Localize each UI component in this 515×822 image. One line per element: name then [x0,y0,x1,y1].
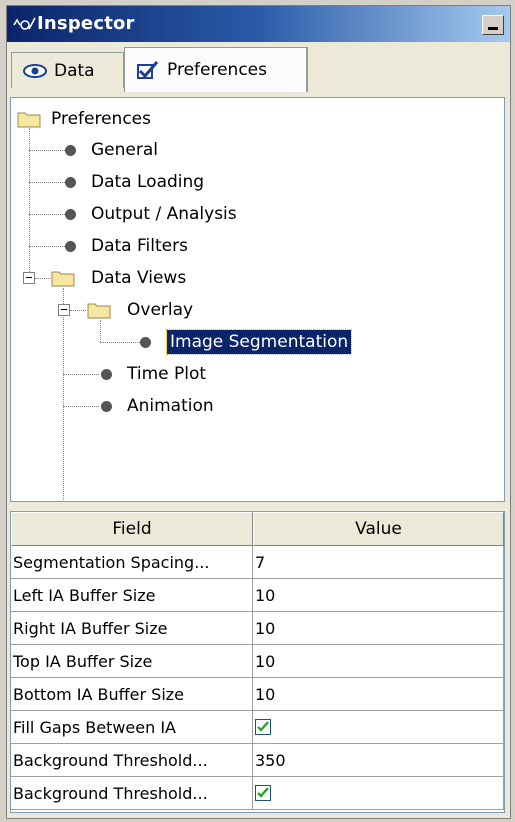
folder-icon [51,271,75,287]
field-cell: Fill Gaps Between IA [11,711,253,744]
field-cell: Bottom IA Buffer Size [11,678,253,711]
tree-item-data-loading[interactable]: Data Loading [91,170,204,194]
background-threshold-checkbox[interactable] [255,785,271,801]
table-header: Field Value [11,512,504,546]
table-row: Background Threshold... 350 [11,744,504,777]
tree-item-animation[interactable]: Animation [127,394,214,418]
table-row: Right IA Buffer Size 10 [11,612,504,645]
value-cell[interactable]: 350 [253,744,504,777]
table-row: Fill Gaps Between IA [11,711,504,744]
collapse-toggle[interactable] [58,304,70,316]
tree-item-preferences[interactable]: Preferences [51,107,151,131]
window-title: Inspector [37,13,135,34]
tree-item-overlay[interactable]: Overlay [127,298,193,322]
field-cell: Segmentation Spacing... [11,546,253,579]
table-row: Left IA Buffer Size 10 [11,579,504,612]
check-icon [257,787,269,798]
leaf-icon [65,209,76,220]
table-row: Segmentation Spacing... 7 [11,546,504,579]
value-cell[interactable]: 7 [253,546,504,579]
title-bar: Inspector [7,6,510,42]
inspector-icon [13,17,36,30]
column-header-value[interactable]: Value [253,512,504,546]
value-cell [253,711,504,744]
collapse-toggle[interactable] [23,272,35,284]
tree-item-output-analysis[interactable]: Output / Analysis [91,202,237,226]
value-cell [253,777,504,810]
field-cell: Left IA Buffer Size [11,579,253,612]
preferences-tree[interactable]: Preferences General Data Loading Output … [10,97,505,518]
table-row: Background Threshold... [11,777,504,810]
value-cell[interactable]: 10 [253,612,504,645]
table-row: Top IA Buffer Size 10 [11,645,504,678]
table-row: Bottom IA Buffer Size 10 [11,678,504,711]
check-icon [257,721,269,732]
checkbox-icon [137,61,159,79]
inspector-panel: Inspector Data Preferences Preferences G… [6,5,511,819]
leaf-icon [101,401,112,412]
value-cell[interactable]: 10 [253,579,504,612]
tab-preferences-label: Preferences [167,60,267,80]
tab-data-label: Data [54,60,95,81]
tree-item-image-segmentation[interactable]: Image Segmentation [165,329,353,355]
tree-item-data-views[interactable]: Data Views [91,266,186,290]
tree-item-data-filters[interactable]: Data Filters [91,234,188,258]
field-cell: Background Threshold... [11,744,253,777]
field-cell: Top IA Buffer Size [11,645,253,678]
tree-item-time-plot[interactable]: Time Plot [127,362,206,386]
column-header-field[interactable]: Field [11,512,253,546]
splitter[interactable] [7,503,510,511]
tab-data[interactable]: Data [11,52,124,88]
leaf-icon [65,241,76,252]
fill-gaps-checkbox[interactable] [255,719,271,735]
field-cell: Background Threshold... [11,777,253,810]
folder-icon [87,303,111,319]
field-cell: Right IA Buffer Size [11,612,253,645]
leaf-icon [140,337,151,348]
value-cell[interactable]: 10 [253,678,504,711]
folder-icon [17,112,41,128]
properties-table: Field Value Segmentation Spacing... 7 Le… [10,511,505,813]
leaf-icon [65,177,76,188]
value-cell[interactable]: 10 [253,645,504,678]
eye-icon [23,63,47,78]
leaf-icon [101,369,112,380]
minimize-button[interactable] [482,15,504,35]
tab-preferences[interactable]: Preferences [124,47,308,92]
leaf-icon [65,145,76,156]
tree-item-general[interactable]: General [91,138,158,162]
tab-bar: Data Preferences [7,42,510,97]
